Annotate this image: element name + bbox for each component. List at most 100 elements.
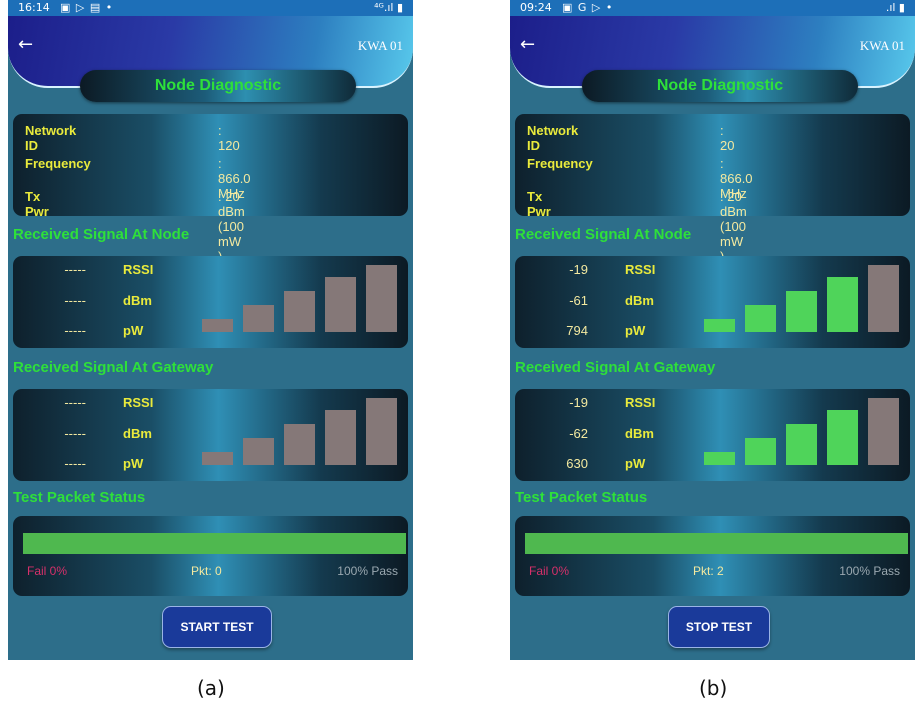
gateway-pw-label: pW	[625, 456, 646, 471]
signal-battery-icon: .ıl ▮	[885, 1, 905, 14]
node-dbm-row: -61 dBm	[515, 293, 695, 313]
node-pw-row: ----- pW	[13, 323, 193, 343]
packet-status-panel: Fail 0% Pkt: 0 100% Pass	[13, 516, 408, 596]
gateway-pw-label: pW	[123, 456, 144, 471]
node-signal-bars	[698, 262, 899, 332]
frequency-label: Frequency	[25, 156, 91, 171]
back-arrow-icon[interactable]: ←	[520, 36, 535, 54]
gateway-dbm-value: -62	[569, 426, 588, 441]
status-bar: 09:24 ▣ G ▷ • .ıl ▮	[510, 0, 915, 16]
packet-progress-bar	[525, 533, 908, 554]
gateway-rssi-row: ----- RSSI	[13, 395, 193, 415]
gateway-rssi-value: -----	[64, 395, 86, 410]
signal-bar-4	[827, 410, 858, 465]
gateway-signal-bars	[698, 395, 899, 465]
phone-screen-a: 16:14 ▣ ▷ ▤ • ⁴ᴳ.ıl ▮ ← KWA 01 Node Diag…	[8, 0, 413, 660]
phone-screen-b: 09:24 ▣ G ▷ • .ıl ▮ ← KWA 01 Node Diagno…	[510, 0, 915, 660]
node-pw-label: pW	[625, 323, 646, 338]
node-dbm-row: ----- dBm	[13, 293, 193, 313]
page-title: Node Diagnostic	[80, 70, 356, 102]
notification-icons: ▣ ▷ ▤ •	[60, 1, 114, 14]
signal-bar-3	[786, 424, 817, 465]
network-id-value: : 120	[218, 123, 240, 153]
status-bar: 16:14 ▣ ▷ ▤ • ⁴ᴳ.ıl ▮	[8, 0, 413, 16]
signal-bar-5	[868, 265, 899, 332]
packet-status-panel: Fail 0% Pkt: 2 100% Pass	[515, 516, 910, 596]
pass-percentage: 100% Pass	[839, 564, 900, 578]
node-dbm-label: dBm	[625, 293, 654, 308]
node-rssi-label: RSSI	[123, 262, 154, 277]
packet-count: Pkt: 0	[191, 564, 222, 578]
node-signal-title: Received Signal At Node	[515, 226, 692, 243]
node-dbm-value: -----	[64, 293, 86, 308]
node-rssi-label: RSSI	[625, 262, 656, 277]
tx-power-value: : 20 dBm (100 mW )	[218, 189, 245, 264]
signal-bar-5	[366, 398, 397, 465]
gateway-dbm-label: dBm	[123, 426, 152, 441]
fail-percentage: Fail 0%	[27, 564, 68, 578]
network-id-value: : 20	[720, 123, 735, 153]
signal-bar-1	[704, 319, 735, 332]
signal-bar-4	[325, 410, 356, 465]
signal-bar-4	[325, 277, 356, 332]
signal-battery-icon: ⁴ᴳ.ıl ▮	[374, 1, 403, 14]
caption-a: (a)	[197, 676, 225, 700]
gateway-dbm-label: dBm	[625, 426, 654, 441]
signal-bar-5	[868, 398, 899, 465]
node-signal-bars	[196, 262, 397, 332]
signal-bar-3	[786, 291, 817, 332]
gateway-rssi-label: RSSI	[123, 395, 154, 410]
network-id-label: Network ID	[25, 123, 77, 153]
signal-bar-5	[366, 265, 397, 332]
gateway-signal-title: Received Signal At Gateway	[515, 359, 716, 376]
node-signal-title: Received Signal At Node	[13, 226, 190, 243]
gateway-dbm-row: ----- dBm	[13, 426, 193, 446]
signal-bar-1	[704, 452, 735, 465]
packet-stats-row: Fail 0% Pkt: 0 100% Pass	[13, 564, 408, 582]
packet-stats-row: Fail 0% Pkt: 2 100% Pass	[515, 564, 910, 582]
packet-count: Pkt: 2	[693, 564, 724, 578]
test-toggle-button[interactable]: START TEST	[162, 606, 272, 648]
gateway-pw-row: 630 pW	[515, 456, 695, 476]
node-pw-value: 794	[566, 323, 588, 338]
gateway-dbm-value: -----	[64, 426, 86, 441]
signal-bar-4	[827, 277, 858, 332]
gateway-rssi-row: -19 RSSI	[515, 395, 695, 415]
gateway-dbm-row: -62 dBm	[515, 426, 695, 446]
node-signal-panel: -19 RSSI -61 dBm 794 pW	[515, 256, 910, 348]
signal-bar-3	[284, 291, 315, 332]
test-toggle-button[interactable]: STOP TEST	[668, 606, 770, 648]
node-rssi-row: ----- RSSI	[13, 262, 193, 282]
gateway-pw-value: -----	[64, 456, 86, 471]
node-dbm-value: -61	[569, 293, 588, 308]
gateway-pw-value: 630	[566, 456, 588, 471]
node-rssi-value: -----	[64, 262, 86, 277]
gateway-signal-bars	[196, 395, 397, 465]
gateway-signal-title: Received Signal At Gateway	[13, 359, 214, 376]
back-arrow-icon[interactable]: ←	[18, 36, 33, 54]
node-signal-panel: ----- RSSI ----- dBm ----- pW	[13, 256, 408, 348]
status-time: 09:24	[520, 1, 552, 14]
node-pw-label: pW	[123, 323, 144, 338]
node-dbm-label: dBm	[123, 293, 152, 308]
tx-power-label: Tx Pwr	[25, 189, 49, 219]
notification-icons: ▣ G ▷ •	[562, 1, 614, 14]
network-id-label: Network ID	[527, 123, 579, 153]
network-info-panel: Network ID : 20 Frequency : 866.0 MHz Tx…	[515, 114, 910, 264]
gateway-pw-row: ----- pW	[13, 456, 193, 476]
signal-bar-3	[284, 424, 315, 465]
gateway-rssi-label: RSSI	[625, 395, 656, 410]
caption-b: (b)	[699, 676, 728, 700]
packet-status-title: Test Packet Status	[515, 489, 648, 506]
frequency-label: Frequency	[527, 156, 593, 171]
gateway-signal-panel: -19 RSSI -62 dBm 630 pW	[515, 389, 910, 481]
gateway-rssi-value: -19	[569, 395, 588, 410]
signal-bar-1	[202, 319, 233, 332]
tx-power-label: Tx Pwr	[527, 189, 551, 219]
node-pw-value: -----	[64, 323, 86, 338]
status-time: 16:14	[18, 1, 50, 14]
node-pw-row: 794 pW	[515, 323, 695, 343]
signal-bar-2	[745, 438, 776, 465]
page-title: Node Diagnostic	[582, 70, 858, 102]
fail-percentage: Fail 0%	[529, 564, 570, 578]
